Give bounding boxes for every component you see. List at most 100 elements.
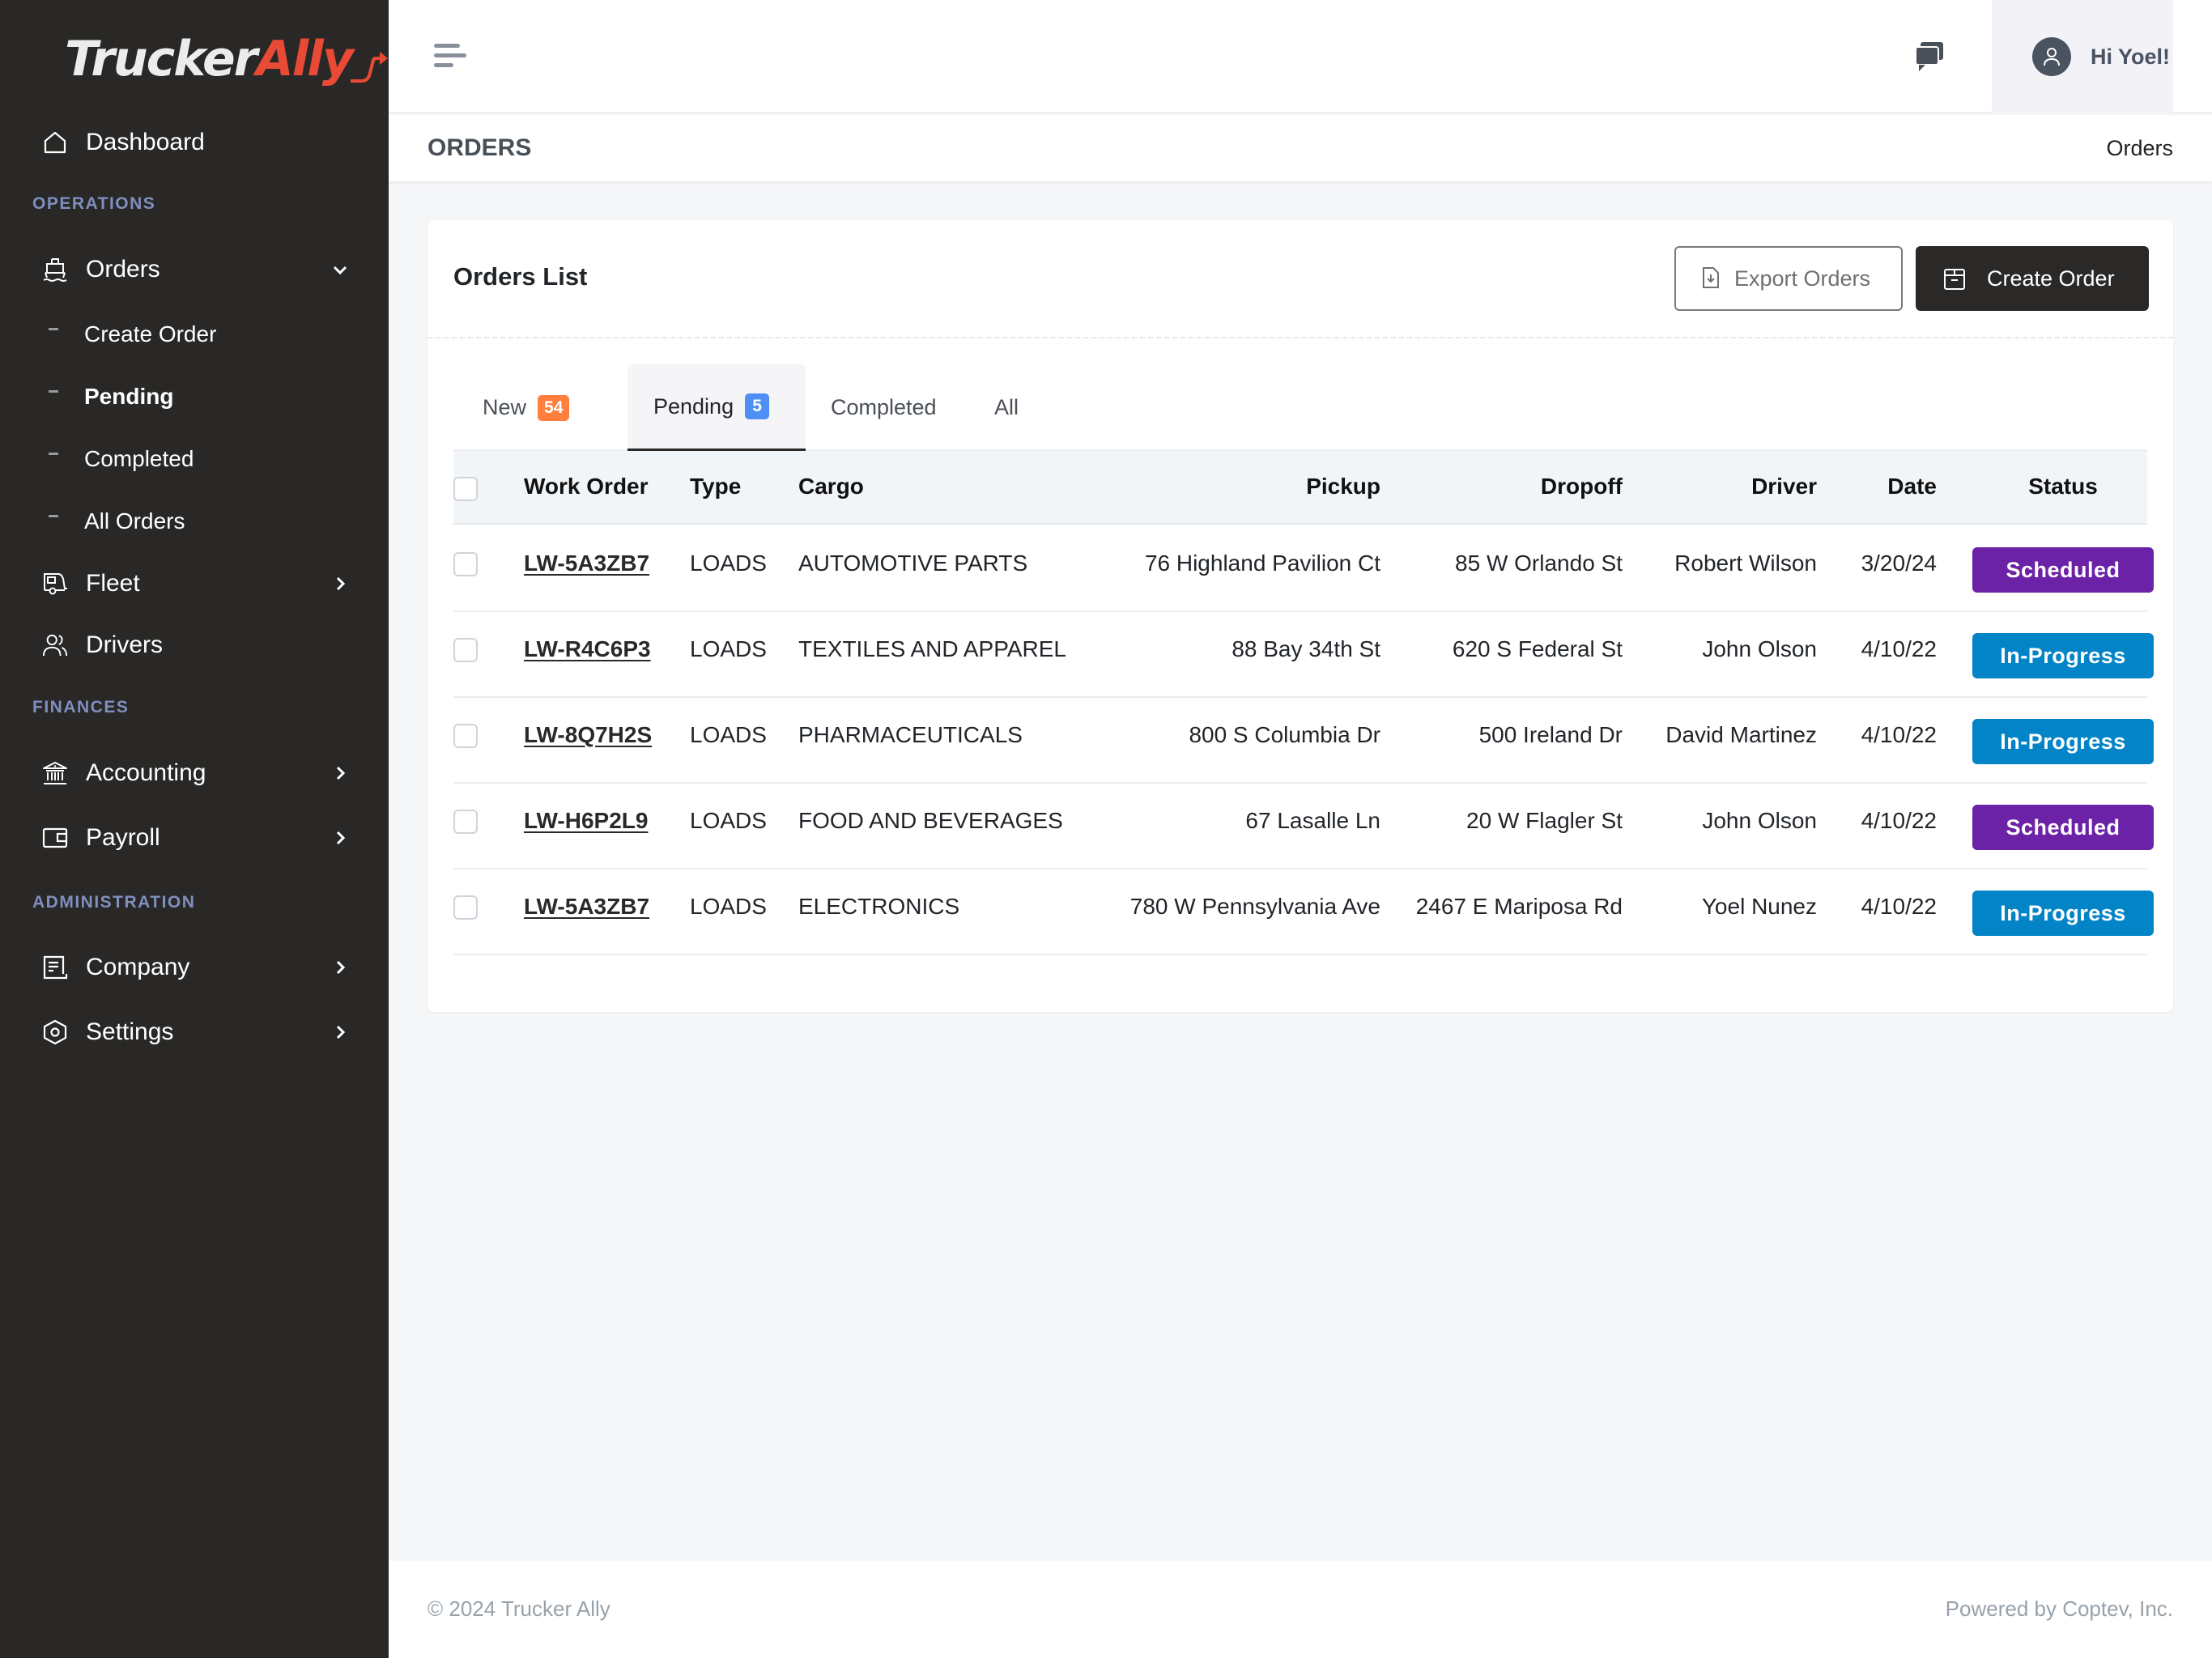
select-all-checkbox[interactable] (453, 477, 478, 501)
status-badge[interactable]: In-Progress (1972, 633, 2154, 678)
avatar (2032, 37, 2071, 76)
column-header-work-order[interactable]: Work Order (524, 474, 649, 500)
pickup-cell: 76 Highland Pavilion Ct (1144, 551, 1380, 576)
brand-name-part1: Trucker (65, 31, 257, 87)
pickup-cell: 88 Bay 34th St (1231, 636, 1380, 661)
date-cell: 4/10/22 (1861, 894, 1937, 919)
sidebar-item-fleet[interactable]: Fleet (0, 559, 389, 608)
driver-cell: Yoel Nunez (1701, 894, 1817, 919)
row-checkbox[interactable] (453, 638, 478, 662)
pickup-cell: 800 S Columbia Dr (1189, 722, 1380, 747)
cargo-cell: AUTOMOTIVE PARTS (798, 551, 1028, 576)
section-administration: ADMINISTRATION (32, 893, 196, 912)
pickup-cell: 67 Lasalle Ln (1245, 808, 1380, 833)
dash-icon (49, 453, 58, 455)
export-orders-label: Export Orders (1734, 266, 1871, 291)
tab-all[interactable]: All (994, 364, 1030, 451)
sidebar-item-label: Fleet (86, 570, 140, 597)
create-order-label: Create Order (1987, 266, 2115, 291)
order-tabs: New 54 Pending 5 Completed All (453, 364, 2147, 451)
breadcrumb[interactable]: Orders (2106, 136, 2173, 161)
status-badge[interactable]: Scheduled (1972, 805, 2154, 850)
footer: © 2024 Trucker Ally Powered by Coptev, I… (389, 1561, 2212, 1658)
sidebar-item-accounting[interactable]: Accounting (0, 749, 389, 797)
sidebar-item-dashboard[interactable]: Dashboard (0, 118, 389, 167)
section-finances: FINANCES (32, 698, 130, 716)
type-cell: LOADS (690, 808, 767, 833)
cargo-cell: PHARMACEUTICALS (798, 722, 1023, 747)
work-order-link[interactable]: LW-5A3ZB7 (524, 894, 649, 920)
table-row: LW-5A3ZB7 LOADS AUTOMOTIVE PARTS 76 Highlan… (453, 526, 2154, 612)
work-order-link[interactable]: LW-5A3ZB7 (524, 551, 649, 576)
sidebar-item-payroll[interactable]: Payroll (0, 814, 389, 862)
sidebar-subitem-completed[interactable]: Completed (0, 436, 389, 482)
column-header-dropoff[interactable]: Dropoff (1541, 474, 1623, 500)
dash-icon (49, 515, 58, 517)
sidebar-subitem-pending[interactable]: Pending (0, 374, 389, 419)
chat-icon[interactable] (1911, 37, 1950, 76)
status-badge[interactable]: In-Progress (1972, 719, 2154, 764)
status-badge[interactable]: In-Progress (1972, 891, 2154, 936)
pickup-cell: 780 W Pennsylvania Ave (1129, 894, 1380, 919)
user-menu[interactable]: Hi Yoel! (1992, 0, 2173, 113)
brand-logo[interactable]: Trucker Ally (65, 23, 388, 87)
status-badge[interactable]: Scheduled (1972, 547, 2154, 593)
powered-by-text: Powered by Coptev, Inc. (1945, 1596, 2173, 1621)
sidebar-item-company[interactable]: Company (0, 943, 389, 992)
orders-card: Orders List Export Orders Create Order N… (428, 220, 2173, 1012)
sidebar-item-label: Accounting (86, 759, 206, 786)
users-icon (42, 632, 68, 658)
row-checkbox[interactable] (453, 810, 478, 834)
row-checkbox[interactable] (453, 552, 478, 576)
sidebar-item-drivers[interactable]: Drivers (0, 621, 389, 670)
sidebar-item-label: Drivers (86, 631, 163, 658)
export-orders-button[interactable]: Export Orders (1674, 246, 1903, 311)
tab-label: Pending (653, 393, 734, 419)
tab-new[interactable]: New 54 (483, 364, 570, 451)
menu-line (434, 44, 460, 48)
cargo-cell: ELECTRONICS (798, 894, 960, 919)
tab-label: New (483, 395, 527, 419)
document-icon (42, 954, 68, 980)
dropoff-cell: 2467 E Mariposa Rd (1415, 894, 1623, 919)
table-row: LW-H6P2L9 LOADS FOOD AND BEVERAGES 67 Lasal… (453, 784, 2154, 869)
card-header: Orders List Export Orders Create Order (428, 220, 2173, 338)
ship-icon (42, 257, 68, 283)
row-checkbox[interactable] (453, 895, 478, 920)
user-greeting: Hi Yoel! (2091, 44, 2171, 69)
date-cell: 3/20/24 (1861, 551, 1937, 576)
column-header-driver[interactable]: Driver (1751, 474, 1817, 500)
sidebar-subitem-create-order[interactable]: Create Order (0, 312, 389, 357)
row-checkbox[interactable] (453, 724, 478, 748)
column-header-type[interactable]: Type (690, 474, 741, 500)
card-title: Orders List (453, 262, 588, 291)
column-header-status[interactable]: Status (1972, 474, 2154, 500)
settings-hex-icon (42, 1019, 68, 1045)
chevron-right-icon (330, 1022, 350, 1042)
table-row: LW-R4C6P3 LOADS TEXTILES AND APPAREL 88 Bay… (453, 612, 2154, 698)
work-order-link[interactable]: LW-8Q7H2S (524, 722, 652, 748)
trailer-icon (42, 571, 68, 597)
tab-pending[interactable]: Pending 5 (627, 364, 806, 451)
sidebar-item-label: Dashboard (86, 129, 205, 155)
tab-completed[interactable]: Completed (831, 364, 948, 451)
brand-name-part2: Ally (256, 31, 354, 87)
sidebar-item-orders[interactable]: Orders (0, 245, 389, 294)
sidebar-item-settings[interactable]: Settings (0, 1008, 389, 1056)
work-order-link[interactable]: LW-R4C6P3 (524, 636, 651, 662)
column-header-pickup[interactable]: Pickup (1306, 474, 1380, 500)
column-header-cargo[interactable]: Cargo (798, 474, 864, 500)
table-row: LW-8Q7H2S LOADS PHARMACEUTICALS 800 S Colum… (453, 698, 2154, 784)
type-cell: LOADS (690, 551, 767, 576)
cargo-cell: TEXTILES AND APPAREL (798, 636, 1066, 661)
sidebar-subitem-all-orders[interactable]: All Orders (0, 499, 389, 544)
arrow-logo-icon (350, 52, 388, 83)
date-cell: 4/10/22 (1861, 722, 1937, 747)
work-order-link[interactable]: LW-H6P2L9 (524, 808, 648, 834)
menu-toggle-button[interactable] (434, 44, 470, 70)
driver-cell: John Olson (1702, 636, 1817, 661)
driver-cell: John Olson (1702, 808, 1817, 833)
driver-cell: David Martinez (1665, 722, 1817, 747)
column-header-date[interactable]: Date (1887, 474, 1937, 500)
create-order-button[interactable]: Create Order (1916, 246, 2149, 311)
